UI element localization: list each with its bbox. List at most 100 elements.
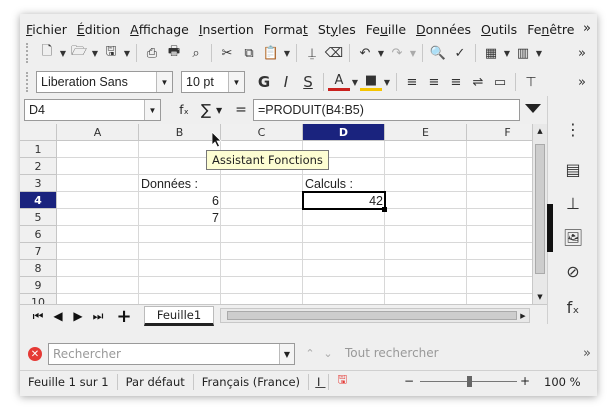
column-icon[interactable]: ▥: [512, 42, 534, 64]
column-header-c[interactable]: C: [221, 124, 303, 141]
align-top-icon[interactable]: ⊤: [520, 71, 542, 93]
cell-b4[interactable]: 6: [139, 192, 221, 209]
font-color-icon[interactable]: A: [328, 73, 350, 91]
row-header-9[interactable]: 9: [20, 277, 57, 294]
background-color-icon[interactable]: ■: [360, 73, 382, 91]
chevron-down-icon[interactable]: ▼: [279, 344, 294, 364]
sum-button[interactable]: ∑: [196, 100, 216, 120]
toolbar-overflow-icon[interactable]: »: [571, 71, 593, 93]
chevron-down-icon[interactable]: ▼: [144, 100, 160, 120]
scroll-down-icon[interactable]: ▼: [533, 291, 547, 303]
menu-fichier[interactable]: Fichier: [26, 22, 73, 37]
find-overflow-icon[interactable]: »: [583, 346, 591, 361]
row-header-1[interactable]: 1: [20, 141, 57, 158]
find-replace-icon[interactable]: 🔍: [427, 42, 449, 64]
menu-format[interactable]: Format: [264, 22, 314, 37]
row-header-8[interactable]: 8: [20, 260, 57, 277]
column-header-d[interactable]: D: [303, 124, 385, 141]
redo-dropdown-icon[interactable]: ▼: [408, 42, 418, 64]
scroll-up-icon[interactable]: ▲: [533, 125, 547, 137]
toolbar-overflow-icon[interactable]: »: [571, 42, 593, 64]
chevron-down-icon[interactable]: ▼: [228, 72, 244, 92]
vertical-scroll-thumb[interactable]: [535, 144, 545, 274]
toolbar-grip[interactable]: [26, 72, 30, 92]
page-style[interactable]: Par défaut: [118, 373, 194, 390]
formula-input[interactable]: =PRODUIT(B4:B5): [253, 99, 520, 121]
row-header-6[interactable]: 6: [20, 226, 57, 243]
undo-dropdown-icon[interactable]: ▼: [376, 42, 386, 64]
wrap-text-icon[interactable]: ⇌: [467, 71, 489, 93]
scroll-right-icon[interactable]: ▶: [517, 309, 529, 322]
row-header-4[interactable]: 4: [20, 192, 57, 209]
column-header-e[interactable]: E: [385, 124, 467, 141]
zoom-in-icon[interactable]: +: [520, 374, 530, 388]
clear-formatting-icon[interactable]: ⌫: [323, 42, 345, 64]
cell-d3[interactable]: Calculs :: [303, 175, 385, 192]
align-left-icon[interactable]: ≡: [401, 71, 423, 93]
menu-styles[interactable]: Styles: [318, 22, 362, 37]
navigator-icon[interactable]: ⊘: [548, 256, 597, 286]
cut-icon[interactable]: ✂: [216, 42, 238, 64]
open-folder-icon[interactable]: 🗁: [68, 42, 90, 64]
function-wizard-button[interactable]: fₓ: [175, 100, 193, 120]
menu-insertion[interactable]: Insertion: [199, 22, 260, 37]
last-sheet-icon[interactable]: ⏭: [90, 308, 106, 324]
chevron-down-icon[interactable]: ▼: [156, 72, 172, 92]
background-color-dropdown-icon[interactable]: ▼: [382, 71, 392, 93]
gallery-icon[interactable]: 🖼: [548, 222, 597, 252]
column-header-f[interactable]: F: [467, 124, 532, 141]
functions-icon[interactable]: fₓ: [548, 292, 597, 322]
cell-b5[interactable]: 7: [139, 209, 221, 226]
name-box[interactable]: D4 ▼: [24, 99, 161, 121]
cell-b3[interactable]: Données :: [139, 175, 221, 192]
font-color-dropdown-icon[interactable]: ▼: [350, 71, 360, 93]
find-previous-icon[interactable]: ⌃: [302, 345, 318, 361]
save-icon[interactable]: 🖫: [100, 42, 122, 64]
row-header-2[interactable]: 2: [20, 158, 57, 175]
sum-dropdown-icon[interactable]: ▼: [216, 100, 226, 120]
row-header-5[interactable]: 5: [20, 209, 57, 226]
first-sheet-icon[interactable]: ⏮: [30, 308, 46, 324]
zoom-slider-knob[interactable]: [467, 376, 472, 387]
italic-button[interactable]: I: [275, 71, 297, 93]
insert-mode-icon[interactable]: I͟: [309, 373, 330, 390]
font-name-combo[interactable]: Liberation Sans ▼: [36, 71, 173, 93]
export-pdf-icon[interactable]: ⎙: [141, 42, 163, 64]
row-header-3[interactable]: 3: [20, 175, 57, 192]
undo-icon[interactable]: ↶: [354, 42, 376, 64]
find-input[interactable]: Rechercher: [48, 343, 295, 365]
sheet-tab-feuille1[interactable]: Feuille1: [144, 306, 214, 326]
sidebar-menu-icon[interactable]: ⋮: [548, 114, 597, 144]
menu-fenetre[interactable]: Fenêtre: [527, 22, 580, 37]
underline-button[interactable]: S: [297, 71, 319, 93]
next-sheet-icon[interactable]: ▶: [70, 308, 86, 324]
column-header-b[interactable]: B: [139, 124, 221, 141]
bold-button[interactable]: G: [253, 71, 275, 93]
menu-overflow-icon[interactable]: »: [583, 21, 591, 36]
spelling-icon[interactable]: ✓: [449, 42, 471, 64]
column-header-a[interactable]: A: [57, 124, 139, 141]
paste-dropdown-icon[interactable]: ▼: [282, 42, 292, 64]
paste-icon[interactable]: 📋: [260, 42, 282, 64]
row-header-10[interactable]: 10: [20, 294, 57, 304]
previous-sheet-icon[interactable]: ◀: [50, 308, 66, 324]
menu-outils[interactable]: Outils: [481, 22, 523, 37]
clone-formatting-icon[interactable]: ⍊: [301, 42, 323, 64]
new-document-icon[interactable]: 🗋: [36, 42, 58, 64]
language-status[interactable]: Français (France): [194, 373, 310, 390]
expand-formula-icon[interactable]: [525, 104, 541, 113]
row-dropdown-icon[interactable]: ▼: [502, 42, 512, 64]
new-dropdown-icon[interactable]: ▼: [58, 42, 68, 64]
menu-edition[interactable]: Édition: [77, 22, 126, 37]
redo-icon[interactable]: ↷: [386, 42, 408, 64]
horizontal-scroll-thumb[interactable]: [227, 311, 517, 320]
horizontal-scrollbar[interactable]: ▶: [220, 308, 530, 323]
open-dropdown-icon[interactable]: ▼: [90, 42, 100, 64]
print-preview-icon[interactable]: ⌕: [185, 42, 207, 64]
copy-icon[interactable]: ⧉: [238, 42, 260, 64]
menu-affichage[interactable]: Affichage: [130, 22, 195, 37]
menu-feuille[interactable]: Feuille: [366, 22, 412, 37]
row-icon[interactable]: ▦: [480, 42, 502, 64]
toolbar-grip[interactable]: [26, 43, 30, 63]
sidebar-collapse-handle[interactable]: [547, 204, 553, 252]
